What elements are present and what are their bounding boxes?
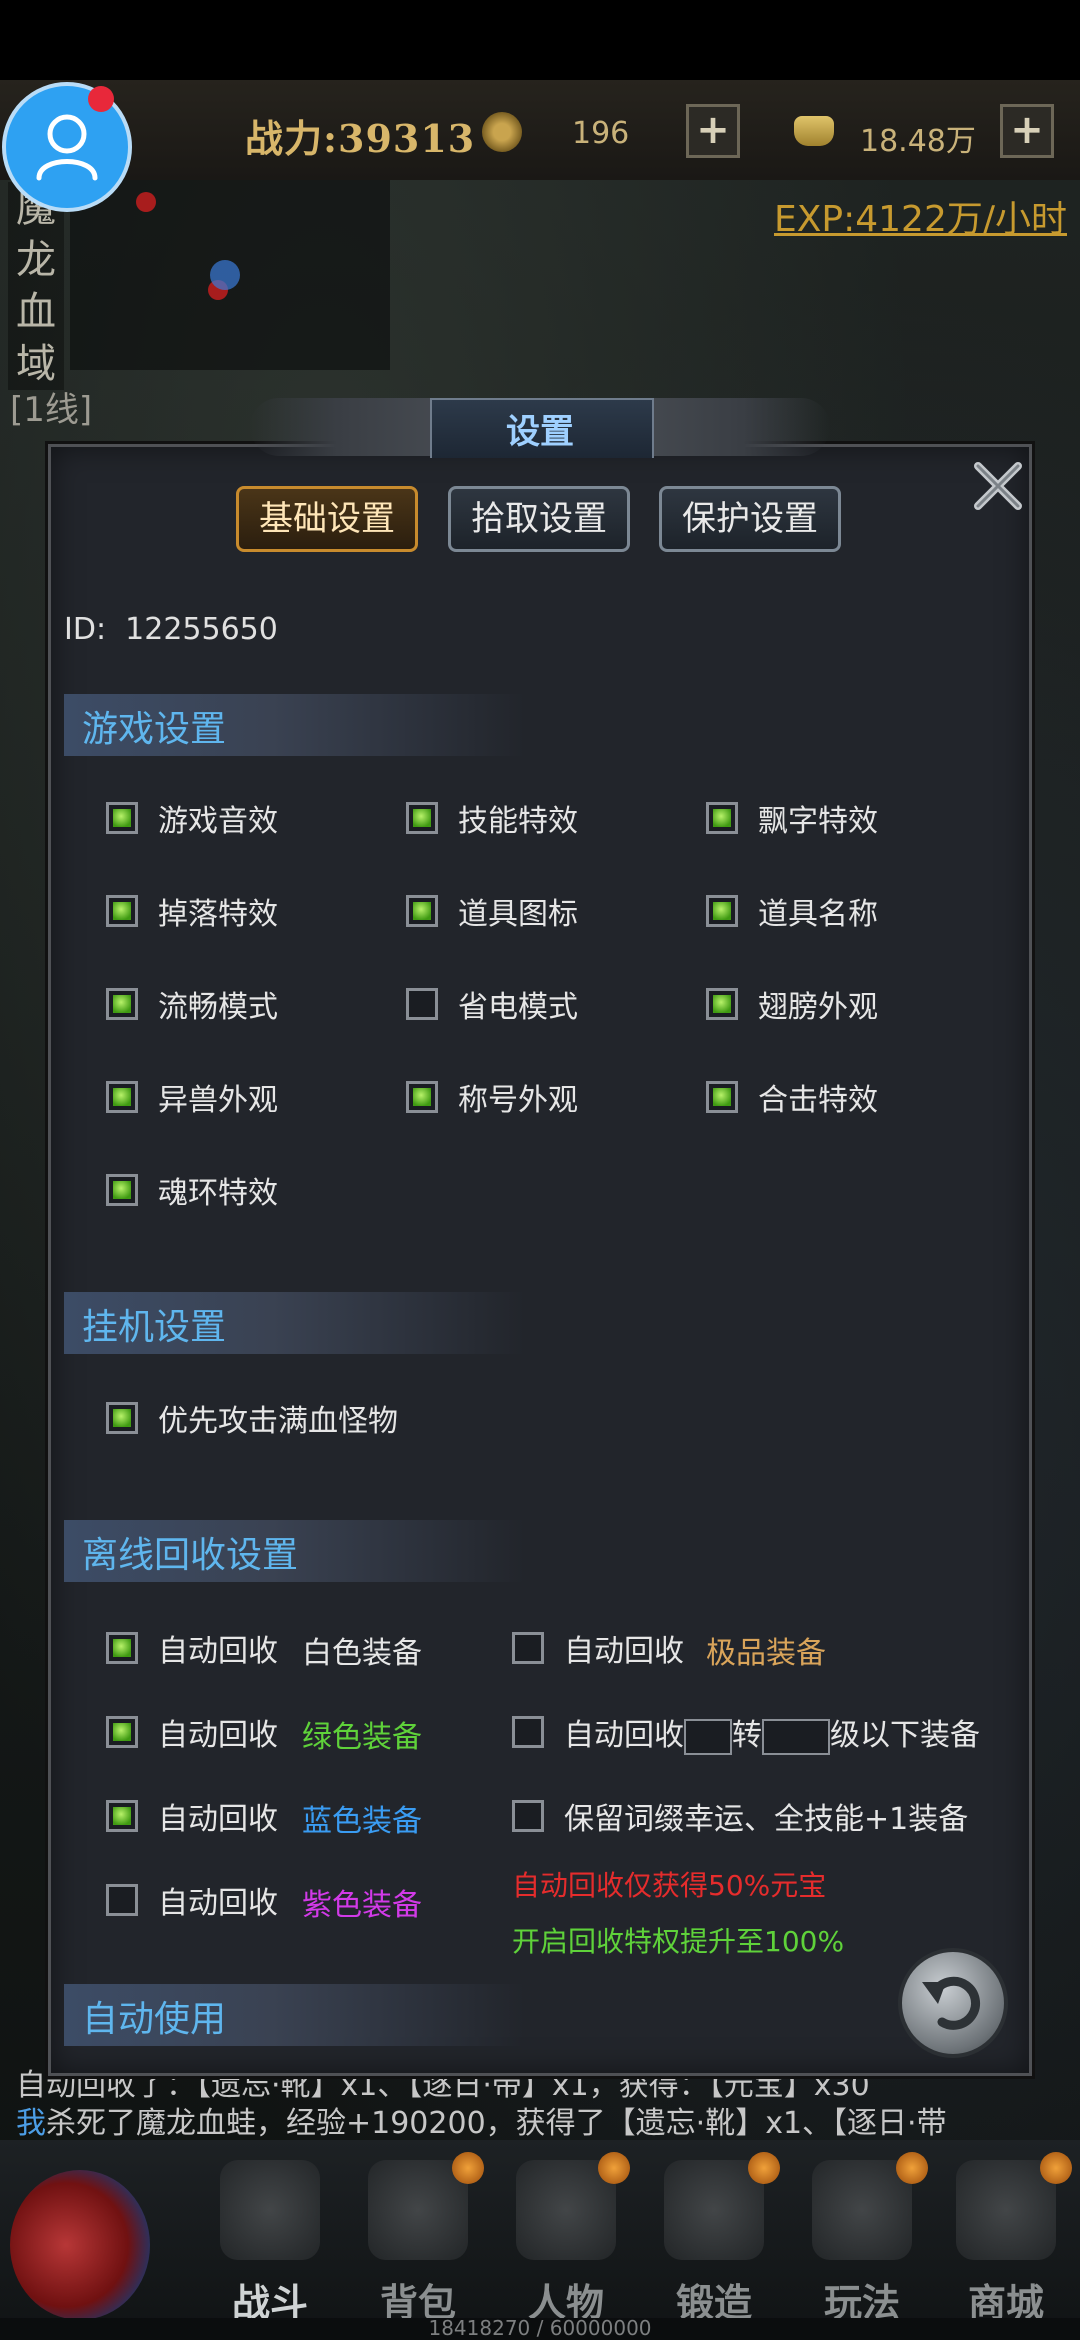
coin-count: 196: [572, 116, 630, 151]
recycle-prefix-label: 自动回收: [158, 1718, 278, 1753]
checkbox[interactable]: [406, 802, 438, 834]
option-label: 道具图标: [458, 897, 578, 932]
option-label: 飘字特效: [758, 804, 878, 839]
nav-character[interactable]: 人物: [496, 2160, 636, 2325]
exp-progress: 18418270 / 60000000: [428, 2316, 652, 2340]
checkbox[interactable]: [512, 1632, 544, 1664]
checkbox[interactable]: [512, 1716, 544, 1748]
minimap[interactable]: [70, 180, 390, 370]
recycle-prefix-label: 自动回收: [158, 1886, 278, 1921]
add-coin-button[interactable]: +: [686, 104, 740, 158]
checkbox[interactable]: [106, 1081, 138, 1113]
minimap-enemy-dot: [136, 192, 156, 212]
option-label: 异兽外观: [158, 1083, 278, 1118]
section-title-idle: 挂机设置: [82, 1307, 227, 1348]
add-gold-button[interactable]: +: [1000, 104, 1054, 158]
notification-badge: [598, 2152, 630, 2184]
option-label: 称号外观: [458, 1083, 578, 1118]
checkbox[interactable]: [406, 988, 438, 1020]
checkbox[interactable]: [106, 802, 138, 834]
notification-badge: [452, 2152, 484, 2184]
checkbox[interactable]: [706, 802, 738, 834]
reincarnation-input[interactable]: [684, 1718, 732, 1755]
checkbox[interactable]: [406, 895, 438, 927]
option-label: 魂环特效: [158, 1176, 278, 1211]
combat-power: 战力:39313: [245, 116, 476, 161]
checkbox[interactable]: [106, 988, 138, 1020]
section-title-auto-use: 自动使用: [82, 1999, 227, 2040]
server-line: [1线]: [10, 390, 93, 430]
checkbox[interactable]: [706, 1081, 738, 1113]
option-label: 流畅模式: [158, 990, 278, 1025]
gold-count: 18.48万: [860, 124, 976, 159]
gold-ingot-icon: [794, 116, 834, 146]
checkbox[interactable]: [706, 988, 738, 1020]
quality-label: 绿色装备: [302, 1720, 422, 1755]
option-label: 道具名称: [758, 897, 878, 932]
tab-protect-settings[interactable]: 保护设置: [659, 486, 841, 552]
checkbox[interactable]: [106, 1632, 138, 1664]
nav-battle[interactable]: 战斗: [200, 2160, 340, 2325]
notification-badge: [748, 2152, 780, 2184]
notification-badge: [1040, 2152, 1072, 2184]
player-id: ID: 12255650: [64, 612, 278, 647]
dialog-title: 设置: [506, 412, 574, 452]
map-name: 魔龙血域: [8, 182, 64, 390]
nav-forge[interactable]: 锻造: [644, 2160, 784, 2325]
back-button[interactable]: [898, 1948, 1008, 2058]
checkbox[interactable]: [512, 1800, 544, 1832]
notification-badge: [896, 2152, 928, 2184]
option-label: 游戏音效: [158, 804, 278, 839]
checkbox[interactable]: [106, 895, 138, 927]
recycle-note-red: 自动回收仅获得50%元宝: [512, 1869, 827, 1902]
tab-basic-settings[interactable]: 基础设置: [236, 486, 418, 552]
quality-best-label: 极品装备: [706, 1636, 826, 1671]
option-label: 合击特效: [758, 1083, 878, 1118]
quality-label: 蓝色装备: [302, 1804, 422, 1839]
chat-line: 我杀死了魔龙血蛙，经验+190200，获得了【遗忘·靴】x1、【逐日·带: [16, 2106, 947, 2141]
return-arrow-icon: [922, 1976, 981, 2030]
recycle-prefix-label: 自动回收: [158, 1802, 278, 1837]
recycle-note-green: 开启回收特权提升至100%: [512, 1925, 845, 1958]
checkbox[interactable]: [106, 1402, 138, 1434]
coin-icon: [482, 112, 522, 152]
section-title-game: 游戏设置: [82, 709, 227, 750]
option-label: 翅膀外观: [758, 990, 878, 1025]
checkbox[interactable]: [706, 895, 738, 927]
level-input[interactable]: [762, 1718, 830, 1755]
nav-gameplay[interactable]: 玩法: [792, 2160, 932, 2325]
quality-label: 紫色装备: [302, 1888, 422, 1923]
checkbox[interactable]: [406, 1081, 438, 1113]
minimap-player-dot: [210, 260, 240, 290]
quality-label: 白色装备: [302, 1636, 422, 1671]
checkbox[interactable]: [106, 1800, 138, 1832]
status-bar: [0, 0, 1080, 80]
option-label: 技能特效: [458, 804, 578, 839]
checkbox[interactable]: [106, 1174, 138, 1206]
crossed-swords-icon: [220, 2160, 320, 2260]
checkbox[interactable]: [106, 1884, 138, 1916]
hp-mp-orb: [10, 2170, 150, 2320]
section-title-recycle: 离线回收设置: [82, 1535, 299, 1576]
nav-shop[interactable]: 商城: [936, 2160, 1076, 2325]
tab-pickup-settings[interactable]: 拾取设置: [448, 486, 630, 552]
exp-rate: EXP:4122万/小时: [774, 199, 1067, 240]
notification-dot: [88, 86, 114, 112]
close-button[interactable]: [968, 456, 1028, 516]
option-label: 掉落特效: [158, 897, 278, 932]
checkbox[interactable]: [106, 1716, 138, 1748]
recycle-prefix-label: 自动回收: [158, 1634, 278, 1669]
close-icon: [974, 462, 1022, 510]
option-label: 省电模式: [458, 990, 578, 1025]
nav-bag[interactable]: 背包: [348, 2160, 488, 2325]
